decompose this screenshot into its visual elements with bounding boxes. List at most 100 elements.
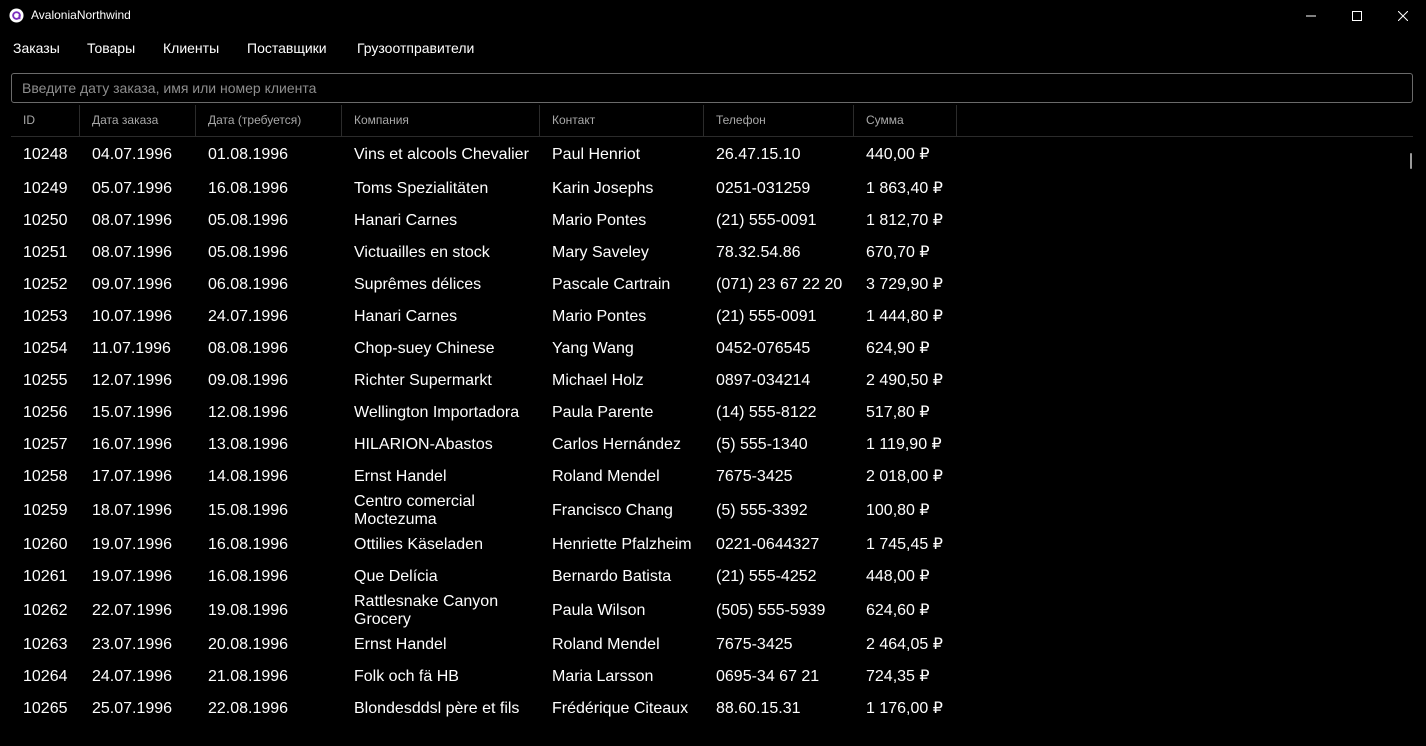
cell-id: 10258 — [23, 468, 68, 485]
cell-company: Ernst Handel — [354, 468, 447, 485]
table-row[interactable]: 10248 04.07.1996 01.08.1996 Vins et alcools… — [11, 137, 957, 173]
cell-required-date: 19.08.1996 — [208, 602, 289, 619]
cell-id: 10255 — [23, 372, 68, 389]
menu-item-customers[interactable]: Клиенты — [163, 40, 219, 56]
cell-total: 1 176,00 ₽ — [866, 700, 943, 717]
cell-phone: 88.60.15.31 — [716, 700, 801, 717]
cell-company: Toms Spezialitäten — [354, 180, 489, 197]
cell-phone: (21) 555-4252 — [716, 568, 817, 585]
column-header-phone[interactable]: Телефон — [704, 105, 854, 136]
cell-contact: Maria Larsson — [552, 668, 654, 685]
table-row[interactable]: 10254 11.07.1996 08.08.1996 Chop-suey Chine… — [11, 333, 957, 365]
table-row[interactable]: 10251 08.07.1996 05.08.1996 Victuailles en … — [11, 237, 957, 269]
cell-total: 1 812,70 ₽ — [866, 212, 943, 229]
table-row[interactable]: 10261 19.07.1996 16.08.1996 Que Delícia Bern… — [11, 561, 957, 593]
cell-required-date: 05.08.1996 — [208, 212, 289, 229]
cell-id: 10248 — [23, 146, 68, 163]
cell-contact: Paula Wilson — [552, 602, 646, 619]
menu-item-products[interactable]: Товары — [87, 40, 135, 56]
cell-phone: 7675-3425 — [716, 468, 793, 485]
table-row[interactable]: 10262 22.07.1996 19.08.1996 Rattlesnake Can… — [11, 593, 957, 629]
cell-order-date: 24.07.1996 — [92, 668, 173, 685]
cell-id: 10251 — [23, 244, 68, 261]
cell-contact: Karin Josephs — [552, 180, 654, 197]
minimize-button[interactable] — [1288, 0, 1334, 31]
cell-required-date: 05.08.1996 — [208, 244, 289, 261]
table-row[interactable]: 10265 25.07.1996 22.08.1996 Blondesddsl pèr… — [11, 693, 957, 725]
cell-phone: (5) 555-3392 — [716, 502, 808, 519]
table-row[interactable]: 10263 23.07.1996 20.08.1996 Ernst Handel Rol… — [11, 629, 957, 661]
table-row[interactable]: 10260 19.07.1996 16.08.1996 Ottilies Käsela… — [11, 529, 957, 561]
cell-contact: Bernardo Batista — [552, 568, 672, 585]
cell-id: 10262 — [23, 602, 68, 619]
cell-contact: Paula Parente — [552, 404, 654, 421]
maximize-icon — [1352, 10, 1362, 21]
cell-phone: (21) 555-0091 — [716, 308, 817, 325]
cell-company: Ottilies Käseladen — [354, 536, 483, 553]
search-input[interactable] — [12, 74, 1412, 102]
cell-id: 10250 — [23, 212, 68, 229]
cell-total: 670,70 ₽ — [866, 244, 930, 261]
cell-contact: Henriette Pfalzheim — [552, 536, 692, 553]
grid-body: 10248 04.07.1996 01.08.1996 Vins et alcools… — [11, 137, 1413, 746]
cell-order-date: 08.07.1996 — [92, 244, 173, 261]
menu-item-orders[interactable]: Заказы — [13, 40, 60, 56]
cell-required-date: 06.08.1996 — [208, 276, 289, 293]
cell-required-date: 01.08.1996 — [208, 146, 289, 163]
maximize-button[interactable] — [1334, 0, 1380, 31]
cell-total: 2 464,05 ₽ — [866, 636, 943, 653]
column-header-company[interactable]: Компания — [342, 105, 540, 136]
column-header-order-date[interactable]: Дата заказа — [80, 105, 196, 136]
cell-id: 10261 — [23, 568, 68, 585]
cell-company: Hanari Carnes — [354, 212, 458, 229]
table-row[interactable]: 10249 05.07.1996 16.08.1996 Toms Spezialitä… — [11, 173, 957, 205]
table-row[interactable]: 10259 18.07.1996 15.08.1996 Centro comercia… — [11, 493, 957, 529]
cell-order-date: 12.07.1996 — [92, 372, 173, 389]
column-header-total[interactable]: Сумма — [854, 105, 957, 136]
cell-required-date: 16.08.1996 — [208, 568, 289, 585]
cell-required-date: 20.08.1996 — [208, 636, 289, 653]
close-button[interactable] — [1380, 0, 1426, 31]
cell-phone: 0695-34 67 21 — [716, 668, 820, 685]
cell-company: Que Delícia — [354, 568, 438, 585]
cell-company: HILARION-Abastos — [354, 436, 493, 453]
cell-phone: (14) 555-8122 — [716, 404, 817, 421]
menu-item-shippers[interactable]: Грузоотправители — [357, 40, 474, 56]
table-row[interactable]: 10264 24.07.1996 21.08.1996 Folk och fä HB M… — [11, 661, 957, 693]
search-box — [11, 73, 1413, 103]
cell-company: Blondesddsl père et fils — [354, 700, 520, 717]
cell-total: 1 444,80 ₽ — [866, 308, 943, 325]
cell-phone: 0251-031259 — [716, 180, 811, 197]
cell-contact: Roland Mendel — [552, 636, 660, 653]
cell-contact: Frédérique Citeaux — [552, 700, 689, 717]
menu-item-suppliers[interactable]: Поставщики — [247, 40, 327, 56]
cell-order-date: 25.07.1996 — [92, 700, 173, 717]
table-row[interactable]: 10252 09.07.1996 06.08.1996 Suprêmes délice… — [11, 269, 957, 301]
column-header-required-date[interactable]: Дата (требуется) — [196, 105, 342, 136]
grid-header: ID Дата заказа Дата (требуется) Компания… — [11, 105, 1413, 137]
orders-grid: ID Дата заказа Дата (требуется) Компания… — [11, 105, 1413, 746]
table-row[interactable]: 10250 08.07.1996 05.08.1996 Hanari Carnes Ma… — [11, 205, 957, 237]
column-header-contact[interactable]: Контакт — [540, 105, 704, 136]
cell-company: Centro comercial Moctezuma — [354, 493, 475, 528]
cell-phone: 78.32.54.86 — [716, 244, 801, 261]
cell-required-date: 15.08.1996 — [208, 502, 289, 519]
app-window: AvaloniaNorthwind Заказы Товары Клиенты … — [0, 0, 1426, 746]
cell-phone: 26.47.15.10 — [716, 146, 801, 163]
cell-company: Chop-suey Chinese — [354, 340, 495, 357]
cell-id: 10256 — [23, 404, 68, 421]
column-header-id[interactable]: ID — [11, 105, 80, 136]
table-row[interactable]: 10255 12.07.1996 09.08.1996 Richter Superma… — [11, 365, 957, 397]
table-row[interactable]: 10256 15.07.1996 12.08.1996 Wellington Impo… — [11, 397, 957, 429]
cell-order-date: 17.07.1996 — [92, 468, 173, 485]
cell-contact: Pascale Cartrain — [552, 276, 671, 293]
table-row[interactable]: 10253 10.07.1996 24.07.1996 Hanari Carnes Ma… — [11, 301, 957, 333]
vertical-scrollbar[interactable] — [1410, 153, 1412, 169]
table-row[interactable]: 10258 17.07.1996 14.08.1996 Ernst Handel Rol… — [11, 461, 957, 493]
table-row[interactable]: 10257 16.07.1996 13.08.1996 HILARION-Abasto… — [11, 429, 957, 461]
title-bar[interactable]: AvaloniaNorthwind — [0, 0, 1426, 31]
cell-total: 2 490,50 ₽ — [866, 372, 943, 389]
minimize-icon — [1306, 15, 1316, 16]
cell-company: Wellington Importadora — [354, 404, 520, 421]
cell-company: Folk och fä HB — [354, 668, 459, 685]
